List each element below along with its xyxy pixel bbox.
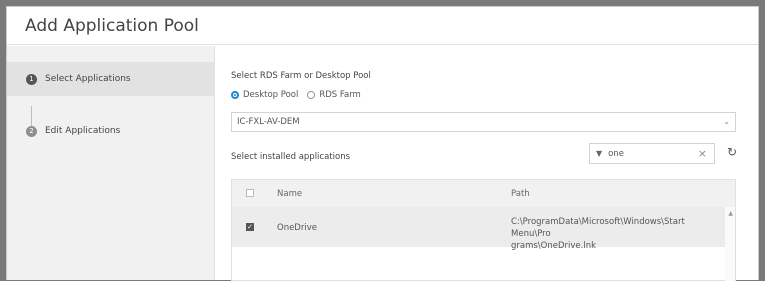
desktop-pool-radio[interactable] — [231, 91, 239, 99]
apps-label: Select installed applications — [231, 152, 351, 162]
add-application-pool-dialog: Add Application Pool 1 Select Applicatio… — [6, 6, 759, 281]
applications-table: Name Path ✓ OneDrive C:\ProgramData\Micr… — [231, 179, 736, 281]
app-path-line-1: C:\ProgramData\Microsoft\Windows\Start M… — [511, 217, 685, 239]
row-checkbox[interactable]: ✓ — [246, 223, 254, 231]
wizard-content: Select RDS Farm or Desktop Pool Desktop … — [231, 46, 748, 281]
step-label: Edit Applications — [45, 126, 121, 136]
rds-farm-radio[interactable] — [307, 91, 316, 99]
desktop-pool-label[interactable]: Desktop Pool — [243, 90, 298, 100]
table-scrollbar[interactable] — [725, 207, 735, 281]
chevron-down-icon: ⌄ — [723, 117, 730, 126]
step-label: Select Applications — [45, 74, 131, 84]
step-number-badge: 1 — [26, 73, 37, 85]
app-path-line-2: grams\OneDrive.lnk — [511, 241, 597, 251]
dialog-title: Add Application Pool — [7, 7, 758, 45]
app-name: OneDrive — [277, 223, 317, 233]
filter-icon: ▼ — [596, 149, 603, 158]
wizard-sidebar: 1 Select Applications 2 Edit Application… — [7, 46, 215, 280]
app-path: C:\ProgramData\Microsoft\Windows\Start M… — [511, 216, 726, 252]
close-icon[interactable]: × — [698, 147, 707, 160]
step-number-badge: 2 — [26, 125, 37, 137]
path-column-header[interactable]: Path — [511, 189, 530, 199]
scroll-up-icon[interactable]: ▲ — [728, 210, 733, 217]
refresh-icon[interactable]: ↻ — [727, 145, 737, 159]
step-select-applications[interactable]: 1 Select Applications — [7, 62, 214, 96]
name-column-header[interactable]: Name — [277, 189, 302, 199]
table-header: Name Path — [232, 180, 735, 208]
pool-select[interactable]: IC-FXL-AV-DEM ⌄ — [231, 112, 736, 132]
rds-farm-label[interactable]: RDS Farm — [319, 90, 361, 100]
source-label: Select RDS Farm or Desktop Pool — [231, 71, 371, 81]
table-row[interactable]: ✓ OneDrive C:\ProgramData\Microsoft\Wind… — [232, 207, 726, 251]
step-edit-applications[interactable]: 2 Edit Applications — [7, 114, 214, 148]
filter-value: one — [608, 148, 624, 159]
filter-input[interactable]: ▼ one × — [589, 143, 715, 164]
select-all-checkbox[interactable] — [246, 189, 254, 197]
source-radio-group: Desktop Pool RDS Farm — [231, 90, 370, 100]
pool-select-value: IC-FXL-AV-DEM — [237, 117, 300, 127]
